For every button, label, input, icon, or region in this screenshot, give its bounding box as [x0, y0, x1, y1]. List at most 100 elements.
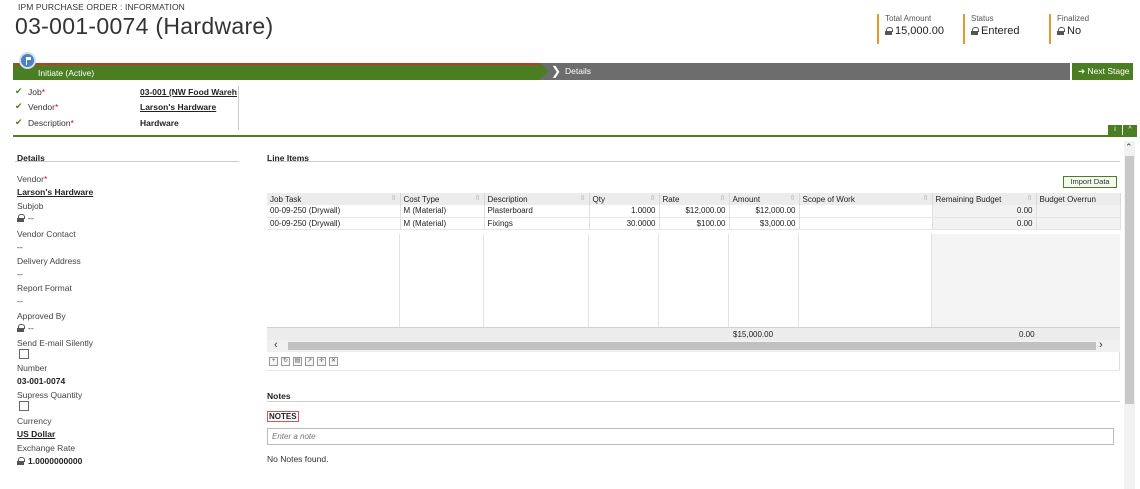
status-label: Status [971, 14, 994, 23]
column-header-rate[interactable]: Rate ⇳ [659, 193, 730, 205]
corner-buttons: i ^ [1108, 125, 1137, 135]
lock-icon [17, 214, 25, 222]
cell-remaining-budget: 0.00 [932, 217, 1037, 230]
table-row[interactable]: 00-09-250 (Drywall) M (Material) Plaster… [267, 205, 1121, 218]
vendor-label: Vendor [28, 102, 55, 112]
print-icon[interactable]: ▤ [293, 357, 302, 366]
column-header-description[interactable]: Description ⇳ [484, 193, 590, 205]
scroll-up-icon[interactable]: ⌃ [1125, 142, 1133, 152]
vendor-contact-value[interactable]: -- [17, 242, 23, 252]
required-icon: * [70, 118, 74, 128]
report-format-value[interactable]: -- [17, 296, 23, 306]
lock-icon [971, 27, 979, 35]
column-header-cost-type[interactable]: Cost Type ⇳ [400, 193, 485, 205]
column-header-scope-of-work[interactable]: Scope of Work ⇳ [799, 193, 933, 205]
finalized-label: Finalized [1057, 14, 1090, 23]
total-amount-summary: Total Amount 15,000.00 [877, 14, 944, 44]
vendor-contact-label: Vendor Contact [17, 229, 76, 239]
sort-icon: ⇳ [579, 195, 586, 202]
supress-quantity-checkbox[interactable] [19, 401, 29, 411]
cell-cost-type[interactable]: M (Material) [400, 205, 485, 218]
job-link[interactable]: 03-001 (NW Food Wareh [140, 87, 237, 97]
subjob-label: Subjob [17, 201, 44, 211]
details-divider [15, 161, 239, 162]
cell-qty[interactable]: 30.0000 [589, 217, 660, 230]
column-header-remaining-budget[interactable]: Remaining Budget ⇳ [932, 193, 1037, 205]
stage-arrow-icon [540, 63, 549, 79]
send-email-label: Send E-mail Silently [17, 338, 94, 348]
supress-quantity-label: Supress Quantity [17, 390, 83, 400]
scroll-right-icon[interactable]: › [1099, 339, 1103, 351]
description-label: Description [28, 118, 71, 128]
cell-job-task[interactable]: 00-09-250 (Drywall) [267, 217, 401, 230]
column-header-job-task[interactable]: Job Task ⇳ [267, 193, 401, 205]
currency-label: Currency [17, 416, 52, 426]
info-icon[interactable]: i [1108, 125, 1122, 135]
next-stage-button[interactable]: ➔ Next Stage [1070, 63, 1133, 80]
cell-description[interactable]: Plasterboard [484, 205, 590, 218]
column-header-amount[interactable]: Amount ⇳ [729, 193, 800, 205]
cell-scope-of-work[interactable] [799, 217, 933, 230]
toolbar-divider [1119, 352, 1120, 370]
grid-totals-row: $15,000.00 0.00 [267, 327, 1120, 340]
vendor-value-link[interactable]: Larson's Hardware [17, 187, 93, 197]
sort-icon: ⇳ [789, 195, 796, 202]
delivery-address-value[interactable]: -- [17, 269, 23, 279]
cell-amount[interactable]: $12,000.00 [729, 205, 800, 218]
move-icon[interactable]: ✛ [317, 357, 326, 366]
cell-budget-overrun [1036, 205, 1121, 218]
table-row[interactable]: 00-09-250 (Drywall) M (Material) Fixings… [267, 217, 1121, 230]
cell-rate[interactable]: $12,000.00 [659, 205, 730, 218]
cell-qty[interactable]: 1.0000 [589, 205, 660, 218]
currency-link[interactable]: US Dollar [17, 429, 55, 439]
scroll-left-icon[interactable]: ‹ [274, 339, 278, 351]
description-field: ✔ Description* Hardware [15, 117, 239, 129]
line-items-grid: Job Task ⇳ Cost Type ⇳ Description ⇳ Qty ⇳ R… [267, 193, 1121, 230]
number-label: Number [17, 363, 48, 373]
add-row-icon[interactable]: + [269, 357, 278, 366]
collapse-icon[interactable]: ^ [1123, 125, 1137, 135]
sort-icon: ⇳ [922, 195, 929, 202]
cell-amount[interactable]: $3,000.00 [729, 217, 800, 230]
column-header-qty[interactable]: Qty ⇳ [589, 193, 660, 205]
scrollbar-thumb[interactable] [288, 342, 1096, 350]
import-data-button[interactable]: Import Data [1063, 176, 1117, 188]
cell-remaining-budget: 0.00 [932, 205, 1037, 218]
checkmark-icon: ✔ [15, 101, 23, 111]
sort-icon: ⇳ [649, 195, 656, 202]
status-summary: Status Entered [963, 14, 1020, 44]
stage-details[interactable]: Details [565, 66, 591, 76]
note-input[interactable] [267, 428, 1114, 445]
horizontal-scrollbar[interactable]: ‹ › [267, 339, 1120, 352]
no-notes-message: No Notes found. [267, 454, 329, 464]
refresh-icon[interactable]: ↻ [281, 357, 290, 366]
breadcrumb: IPM PURCHASE ORDER : INFORMATION [18, 2, 185, 12]
exchange-rate-value: 1.0000000000 [17, 456, 82, 466]
line-items-divider [267, 161, 1120, 162]
column-header-budget-overrun[interactable]: Budget Overrun [1036, 193, 1121, 205]
finalized-value: No [1067, 25, 1082, 37]
sort-icon: ⇳ [719, 195, 726, 202]
cell-description[interactable]: Fixings [484, 217, 590, 230]
vendor-field: ✔ Vendor* Larson's Hardware [15, 101, 239, 113]
section-divider [13, 135, 1137, 137]
description-value[interactable]: Hardware [140, 118, 179, 128]
cell-rate[interactable]: $100.00 [659, 217, 730, 230]
cell-job-task[interactable]: 00-09-250 (Drywall) [267, 205, 401, 218]
export-icon[interactable]: ↗ [305, 357, 314, 366]
send-email-checkbox[interactable] [19, 349, 29, 359]
subjob-value: -- [17, 213, 34, 223]
stage-initiate[interactable]: Initiate (Active) [13, 63, 540, 80]
cell-budget-overrun [1036, 217, 1121, 230]
cell-cost-type[interactable]: M (Material) [400, 217, 485, 230]
stage-initiate-label: Initiate (Active) [38, 68, 95, 78]
cell-scope-of-work[interactable] [799, 205, 933, 218]
vertical-scrollbar[interactable]: ⌃ [1124, 141, 1135, 489]
scrollbar-thumb[interactable] [1125, 156, 1134, 404]
notes-title: Notes [267, 391, 291, 401]
tab-notes[interactable]: NOTES [267, 411, 299, 422]
job-label: Job [28, 87, 42, 97]
vendor-link[interactable]: Larson's Hardware [140, 102, 216, 112]
delete-icon[interactable]: ✕ [329, 357, 338, 366]
grid-header-row: Job Task ⇳ Cost Type ⇳ Description ⇳ Qty ⇳ R… [267, 193, 1121, 205]
